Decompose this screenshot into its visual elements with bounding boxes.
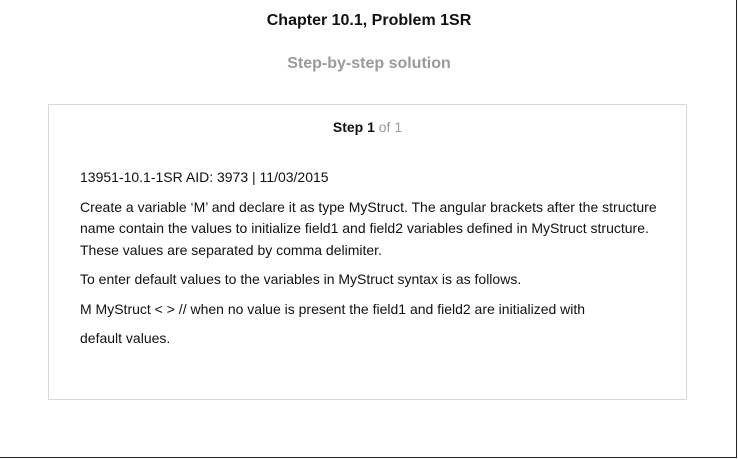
step-card: Step 1 of 1 13951-10.1-1SR AID: 3973 | 1… [48,104,687,400]
step-label: Step 1 [332,119,375,135]
step-explanation: Create a variable ‘M’ and declare it as … [80,198,657,258]
step-reference-line: 13951-10.1-1SR AID: 3973 | 11/03/2015 [80,169,329,185]
step-body: 13951-10.1-1SR AID: 3973 | 11/03/2015 Cr… [80,167,670,358]
step-syntax-continuation: default values. [80,330,171,346]
chapter-title: Chapter 10.1, Problem 1SR [266,12,472,29]
step-header: Step 1 of 1 [49,119,686,135]
solution-subtitle: Step-by-step solution [287,55,451,72]
step-syntax-intro: To enter default values to the variables… [80,271,522,287]
step-count: of 1 [378,119,403,135]
step-syntax-line: M MyStruct < > // when no value is prese… [80,300,586,317]
